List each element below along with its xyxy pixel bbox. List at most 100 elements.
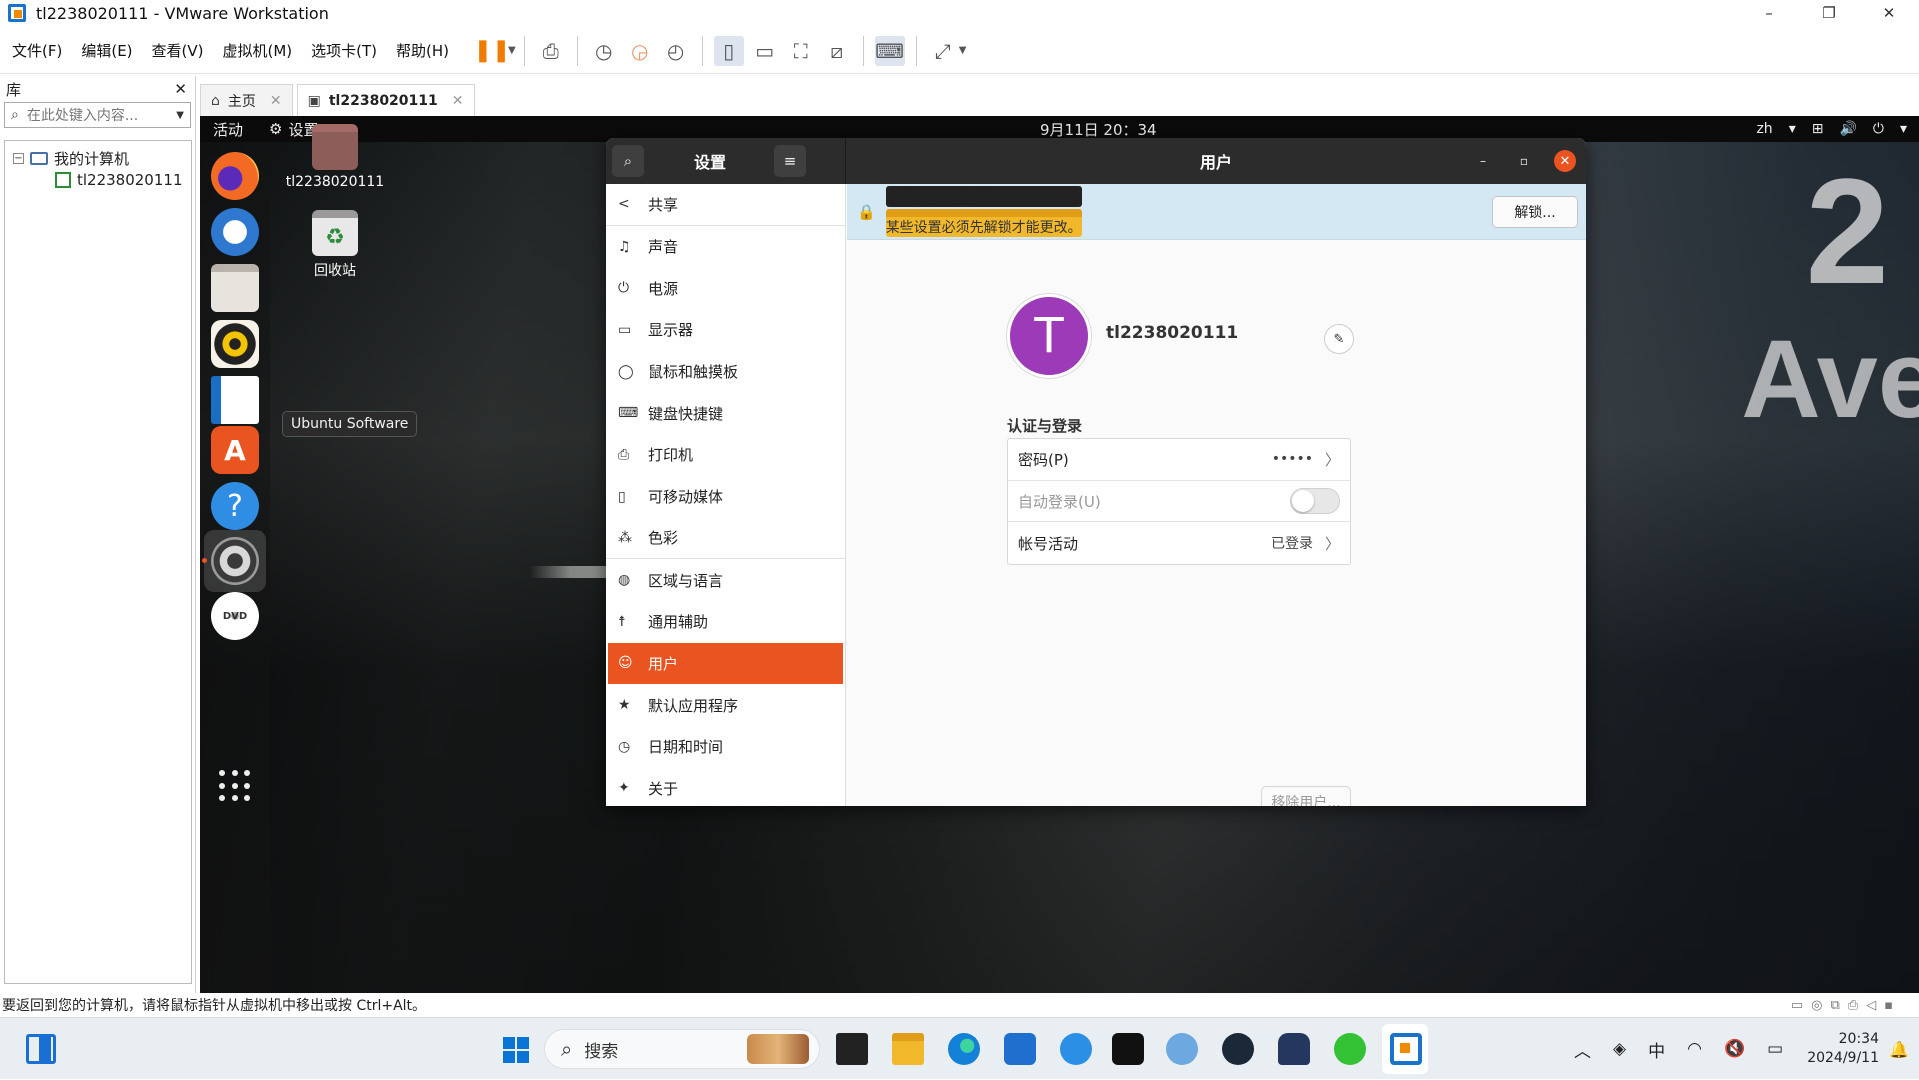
sound-card-icon[interactable]: ◁	[1866, 998, 1876, 1013]
unlock-button[interactable]: 解锁...	[1492, 196, 1578, 228]
avatar[interactable]: T	[1007, 294, 1091, 378]
revert-snapshot-icon[interactable]: ◶	[625, 36, 655, 66]
app-icon[interactable]	[1112, 1033, 1144, 1065]
ubuntu-software-icon[interactable]: A	[211, 426, 259, 474]
sidebar-item-sharing[interactable]: < 共享	[606, 184, 845, 226]
show-apps-icon[interactable]	[219, 770, 251, 802]
sidebar-item-printers[interactable]: ⎙ 打印机	[606, 434, 845, 476]
sidebar-item-about[interactable]: ✦ 关于	[606, 768, 845, 806]
thumbnail-bar-icon[interactable]: ▭	[750, 36, 780, 66]
collapse-icon[interactable]: −	[13, 152, 24, 164]
files-icon[interactable]	[211, 264, 259, 312]
menu-view[interactable]: 查看(V)	[152, 40, 204, 61]
account-activity-row[interactable]: 帐号活动 已登录 〉	[1008, 522, 1350, 564]
sidebar-item-power[interactable]: ⏻ 电源	[606, 267, 845, 309]
sidebar-item-keyboard[interactable]: ⌨ 键盘快捷键	[606, 392, 845, 434]
settings-gear-icon[interactable]	[1166, 1033, 1198, 1065]
game-icon[interactable]	[1278, 1033, 1310, 1065]
input-method-indicator[interactable]: zh	[1756, 121, 1772, 137]
system-menu[interactable]: zh ▾ ⊞ 🔊 ⏻ ▾	[1740, 121, 1907, 137]
remove-user-button[interactable]: 移除用户...	[1261, 786, 1351, 806]
activities-button[interactable]: 活动	[213, 119, 243, 140]
rhythmbox-icon[interactable]	[211, 320, 259, 368]
mute-icon[interactable]: 🔇	[1724, 1039, 1745, 1059]
tab-home[interactable]: ⌂ 主页 ✕	[200, 84, 293, 116]
maximize-button[interactable]: ❐	[1799, 0, 1859, 26]
minimize-button[interactable]: –	[1472, 150, 1494, 172]
battery-icon[interactable]: ▭	[1767, 1039, 1783, 1059]
network-adapter-icon[interactable]: ⧉	[1830, 998, 1839, 1013]
menu-button[interactable]: ≡	[774, 145, 807, 177]
edge-beta-icon[interactable]	[1060, 1033, 1092, 1065]
chevron-down-icon[interactable]: ▼	[176, 110, 184, 121]
settings-icon[interactable]	[211, 537, 259, 585]
minimize-button[interactable]: –	[1739, 0, 1799, 26]
snapshot-icon[interactable]: ◷	[589, 36, 619, 66]
notification-bell-icon[interactable]: 🔔	[1889, 1040, 1909, 1059]
sidebar-item-mouse[interactable]: ◯ 鼠标和触摸板	[606, 351, 845, 393]
stretch-guest-icon[interactable]: ⤢	[928, 36, 958, 66]
menu-tabs[interactable]: 选项卡(T)	[311, 40, 377, 61]
show-library-icon[interactable]: ▯	[713, 35, 744, 66]
message-icon[interactable]: ▪	[1884, 998, 1893, 1013]
ime-indicator[interactable]: 中	[1648, 1037, 1665, 1062]
dvd-icon[interactable]: DVD	[211, 592, 259, 640]
sidebar-item-date-time[interactable]: ◷ 日期和时间	[606, 726, 845, 768]
steam-icon[interactable]	[1222, 1033, 1254, 1065]
desktop-icon-home[interactable]: tl2238020111	[280, 124, 390, 190]
menu-vm[interactable]: 虚拟机(M)	[223, 40, 293, 61]
help-icon[interactable]: ?	[211, 482, 259, 530]
taskbar-clock[interactable]: 20:34 2024/9/11	[1807, 1030, 1879, 1068]
edge-icon[interactable]	[948, 1033, 980, 1065]
taskbar-search[interactable]: ⌕ 搜索	[544, 1029, 820, 1069]
thunderbird-icon[interactable]	[211, 208, 259, 256]
snapshot-manager-icon[interactable]: ◴	[661, 36, 691, 66]
send-ctrl-alt-del-icon[interactable]: ⎙	[536, 36, 566, 66]
wechat-icon[interactable]	[1334, 1033, 1366, 1065]
password-row[interactable]: 密码(P) ••••• 〉	[1008, 439, 1350, 481]
firefox-icon[interactable]	[211, 152, 259, 200]
edit-name-button[interactable]: ✎	[1324, 324, 1354, 354]
sidebar-item-displays[interactable]: ▭ 显示器	[606, 309, 845, 351]
file-explorer-icon[interactable]	[892, 1033, 924, 1065]
desktop-icon-trash[interactable]: ♻ 回收站	[280, 210, 390, 280]
autologin-toggle[interactable]	[1290, 488, 1340, 515]
top-bar-clock[interactable]: 9月11日 20：34	[1040, 119, 1157, 140]
widgets-icon[interactable]	[26, 1034, 56, 1064]
tab-vm[interactable]: ▣ tl2238020111 ✕	[296, 84, 475, 116]
unity-icon[interactable]: ⧄	[822, 36, 852, 66]
full-screen-icon[interactable]: ⛶	[786, 36, 816, 66]
library-close-button[interactable]: ✕	[174, 80, 187, 98]
close-button[interactable]: ✕	[1554, 150, 1576, 172]
sidebar-item-accessibility[interactable]: ☨ 通用辅助	[606, 601, 845, 643]
vmware-taskbar-icon[interactable]	[1390, 1033, 1422, 1065]
maximize-button[interactable]: ▫	[1513, 150, 1535, 172]
menu-help[interactable]: 帮助(H)	[396, 40, 449, 61]
chevron-up-icon[interactable]: ︿	[1574, 1037, 1591, 1062]
sidebar-item-default-apps[interactable]: ★ 默认应用程序	[606, 684, 845, 726]
tray-app-icon[interactable]: ◈	[1613, 1039, 1626, 1059]
tree-item-my-computer[interactable]: − 我的计算机	[5, 147, 191, 169]
console-view-icon[interactable]: ⌨	[874, 35, 905, 66]
close-tab-icon[interactable]: ✕	[270, 93, 282, 109]
close-button[interactable]: ✕	[1859, 0, 1919, 26]
search-button[interactable]: ⌕	[612, 145, 644, 177]
cd-dvd-icon[interactable]: ◎	[1811, 998, 1822, 1013]
task-view-icon[interactable]	[836, 1033, 868, 1065]
menu-file[interactable]: 文件(F)	[12, 40, 62, 61]
menu-edit[interactable]: 编辑(E)	[81, 40, 132, 61]
start-icon[interactable]	[503, 1037, 529, 1063]
power-dropdown-icon[interactable]: ▼	[508, 45, 516, 56]
libreoffice-writer-icon[interactable]	[211, 376, 259, 424]
sidebar-item-sound[interactable]: ♫ 声音	[606, 226, 845, 268]
sidebar-item-color[interactable]: ⁂ 色彩	[606, 518, 845, 560]
stretch-dropdown-icon[interactable]: ▼	[959, 45, 967, 56]
vm-console[interactable]: 2 Ave 活动 ⚙ 设置 ▾ 9月11日 20：34 zh ▾ ⊞ 🔊 ⏻ ▾…	[200, 116, 1919, 993]
wifi-icon[interactable]: ◠	[1687, 1039, 1702, 1059]
sidebar-item-region[interactable]: ◍ 区域与语言	[606, 559, 845, 601]
sidebar-item-users[interactable]: ☺ 用户	[608, 642, 843, 685]
suspend-icon[interactable]: ❚❚	[474, 36, 511, 66]
library-search-input[interactable]: ⌕ 在此处键入内容... ▼	[4, 102, 191, 128]
tree-item-vm[interactable]: tl2238020111	[5, 169, 191, 191]
store-icon[interactable]	[1004, 1033, 1036, 1065]
